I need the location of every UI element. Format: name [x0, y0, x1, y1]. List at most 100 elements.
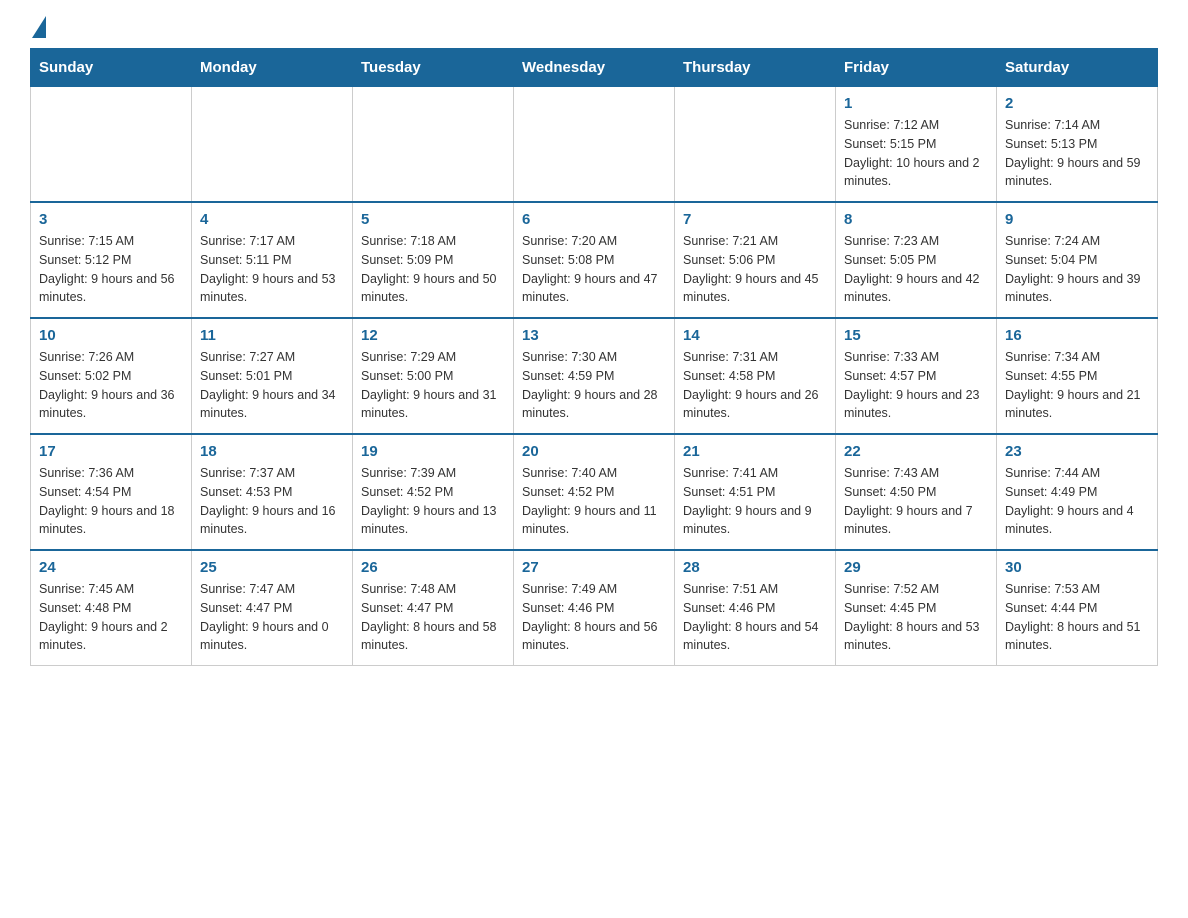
- day-number: 3: [39, 211, 183, 228]
- day-info: Sunrise: 7:18 AMSunset: 5:09 PMDaylight:…: [361, 232, 505, 307]
- calendar-cell: [514, 87, 675, 203]
- calendar-cell: 6 Sunrise: 7:20 AMSunset: 5:08 PMDaylight…: [514, 202, 675, 318]
- day-number: 27: [522, 559, 666, 576]
- day-number: 14: [683, 327, 827, 344]
- calendar-cell: 8Sunrise: 7:23 AMSunset: 5:05 PMDaylight…: [836, 202, 997, 318]
- day-number: 19: [361, 443, 505, 460]
- day-info: Sunrise: 7:33 AMSunset: 4:57 PMDaylight:…: [844, 348, 988, 423]
- calendar-cell: 27 Sunrise: 7:49 AMSunset: 4:46 PMDayligh…: [514, 550, 675, 666]
- day-number: 6: [522, 211, 666, 228]
- day-number: 21: [683, 443, 827, 460]
- calendar-cell: 20Sunrise: 7:40 AMSunset: 4:52 PMDayligh…: [514, 434, 675, 550]
- calendar-cell: 16Sunrise: 7:34 AMSunset: 4:55 PMDayligh…: [997, 318, 1158, 434]
- weekday-header-saturday: Saturday: [997, 49, 1158, 87]
- day-info: Sunrise: 7:15 AMSunset: 5:12 PMDaylight:…: [39, 232, 183, 307]
- calendar-cell: 9 Sunrise: 7:24 AMSunset: 5:04 PMDaylight…: [997, 202, 1158, 318]
- calendar-cell: [675, 87, 836, 203]
- calendar-cell: 2 Sunrise: 7:14 AMSunset: 5:13 PMDaylight…: [997, 87, 1158, 203]
- day-info: Sunrise: 7:29 AMSunset: 5:00 PMDaylight:…: [361, 348, 505, 423]
- day-info: Sunrise: 7:26 AMSunset: 5:02 PMDaylight:…: [39, 348, 183, 423]
- day-info: Sunrise: 7:51 AMSunset: 4:46 PMDaylight:…: [683, 580, 827, 655]
- week-row-4: 17Sunrise: 7:36 AMSunset: 4:54 PMDayligh…: [31, 434, 1158, 550]
- calendar-cell: 12 Sunrise: 7:29 AMSunset: 5:00 PMDayligh…: [353, 318, 514, 434]
- day-info: Sunrise: 7:40 AMSunset: 4:52 PMDaylight:…: [522, 464, 666, 539]
- weekday-header-monday: Monday: [192, 49, 353, 87]
- day-number: 9: [1005, 211, 1149, 228]
- weekday-header-thursday: Thursday: [675, 49, 836, 87]
- day-info: Sunrise: 7:12 AMSunset: 5:15 PMDaylight:…: [844, 116, 988, 191]
- calendar-cell: 22 Sunrise: 7:43 AMSunset: 4:50 PMDayligh…: [836, 434, 997, 550]
- day-number: 5: [361, 211, 505, 228]
- day-number: 25: [200, 559, 344, 576]
- calendar-cell: 24 Sunrise: 7:45 AMSunset: 4:48 PMDayligh…: [31, 550, 192, 666]
- calendar-cell: 23 Sunrise: 7:44 AMSunset: 4:49 PMDayligh…: [997, 434, 1158, 550]
- calendar-cell: 1 Sunrise: 7:12 AMSunset: 5:15 PMDaylight…: [836, 87, 997, 203]
- calendar-cell: [31, 87, 192, 203]
- day-info: Sunrise: 7:24 AMSunset: 5:04 PMDaylight:…: [1005, 232, 1149, 307]
- day-info: Sunrise: 7:31 AMSunset: 4:58 PMDaylight:…: [683, 348, 827, 423]
- calendar-cell: 17Sunrise: 7:36 AMSunset: 4:54 PMDayligh…: [31, 434, 192, 550]
- day-info: Sunrise: 7:44 AMSunset: 4:49 PMDaylight:…: [1005, 464, 1149, 539]
- calendar-cell: 29 Sunrise: 7:52 AMSunset: 4:45 PMDayligh…: [836, 550, 997, 666]
- day-number: 10: [39, 327, 183, 344]
- calendar-cell: 15 Sunrise: 7:33 AMSunset: 4:57 PMDayligh…: [836, 318, 997, 434]
- day-info: Sunrise: 7:53 AMSunset: 4:44 PMDaylight:…: [1005, 580, 1149, 655]
- day-info: Sunrise: 7:43 AMSunset: 4:50 PMDaylight:…: [844, 464, 988, 539]
- day-info: Sunrise: 7:49 AMSunset: 4:46 PMDaylight:…: [522, 580, 666, 655]
- day-info: Sunrise: 7:17 AMSunset: 5:11 PMDaylight:…: [200, 232, 344, 307]
- day-number: 7: [683, 211, 827, 228]
- week-row-2: 3 Sunrise: 7:15 AMSunset: 5:12 PMDaylight…: [31, 202, 1158, 318]
- day-number: 18: [200, 443, 344, 460]
- week-row-3: 10 Sunrise: 7:26 AMSunset: 5:02 PMDayligh…: [31, 318, 1158, 434]
- calendar-cell: 10 Sunrise: 7:26 AMSunset: 5:02 PMDayligh…: [31, 318, 192, 434]
- day-info: Sunrise: 7:48 AMSunset: 4:47 PMDaylight:…: [361, 580, 505, 655]
- day-info: Sunrise: 7:14 AMSunset: 5:13 PMDaylight:…: [1005, 116, 1149, 191]
- calendar-cell: 14 Sunrise: 7:31 AMSunset: 4:58 PMDayligh…: [675, 318, 836, 434]
- day-number: 26: [361, 559, 505, 576]
- logo: [30, 20, 46, 38]
- calendar-cell: 19 Sunrise: 7:39 AMSunset: 4:52 PMDayligh…: [353, 434, 514, 550]
- day-number: 28: [683, 559, 827, 576]
- day-info: Sunrise: 7:41 AMSunset: 4:51 PMDaylight:…: [683, 464, 827, 539]
- calendar-cell: 13 Sunrise: 7:30 AMSunset: 4:59 PMDayligh…: [514, 318, 675, 434]
- day-info: Sunrise: 7:27 AMSunset: 5:01 PMDaylight:…: [200, 348, 344, 423]
- day-number: 23: [1005, 443, 1149, 460]
- calendar-cell: 11 Sunrise: 7:27 AMSunset: 5:01 PMDayligh…: [192, 318, 353, 434]
- day-number: 13: [522, 327, 666, 344]
- day-number: 8: [844, 211, 988, 228]
- calendar-cell: 25 Sunrise: 7:47 AMSunset: 4:47 PMDayligh…: [192, 550, 353, 666]
- day-info: Sunrise: 7:37 AMSunset: 4:53 PMDaylight:…: [200, 464, 344, 539]
- day-info: Sunrise: 7:39 AMSunset: 4:52 PMDaylight:…: [361, 464, 505, 539]
- day-number: 29: [844, 559, 988, 576]
- calendar-cell: [353, 87, 514, 203]
- day-number: 22: [844, 443, 988, 460]
- day-info: Sunrise: 7:30 AMSunset: 4:59 PMDaylight:…: [522, 348, 666, 423]
- day-number: 4: [200, 211, 344, 228]
- calendar-cell: 7Sunrise: 7:21 AMSunset: 5:06 PMDaylight…: [675, 202, 836, 318]
- calendar-table: SundayMondayTuesdayWednesdayThursdayFrid…: [30, 48, 1158, 666]
- calendar-cell: 30 Sunrise: 7:53 AMSunset: 4:44 PMDayligh…: [997, 550, 1158, 666]
- day-info: Sunrise: 7:36 AMSunset: 4:54 PMDaylight:…: [39, 464, 183, 539]
- day-number: 24: [39, 559, 183, 576]
- calendar-cell: 5 Sunrise: 7:18 AMSunset: 5:09 PMDaylight…: [353, 202, 514, 318]
- calendar-cell: [192, 87, 353, 203]
- day-number: 30: [1005, 559, 1149, 576]
- logo-triangle-icon: [32, 16, 46, 38]
- calendar-cell: 3 Sunrise: 7:15 AMSunset: 5:12 PMDaylight…: [31, 202, 192, 318]
- calendar-cell: 18 Sunrise: 7:37 AMSunset: 4:53 PMDayligh…: [192, 434, 353, 550]
- day-number: 16: [1005, 327, 1149, 344]
- day-info: Sunrise: 7:20 AMSunset: 5:08 PMDaylight:…: [522, 232, 666, 307]
- day-number: 11: [200, 327, 344, 344]
- calendar-cell: 21 Sunrise: 7:41 AMSunset: 4:51 PMDayligh…: [675, 434, 836, 550]
- day-number: 2: [1005, 95, 1149, 112]
- day-info: Sunrise: 7:52 AMSunset: 4:45 PMDaylight:…: [844, 580, 988, 655]
- day-info: Sunrise: 7:45 AMSunset: 4:48 PMDaylight:…: [39, 580, 183, 655]
- day-number: 12: [361, 327, 505, 344]
- calendar-cell: 28 Sunrise: 7:51 AMSunset: 4:46 PMDayligh…: [675, 550, 836, 666]
- week-row-1: 1 Sunrise: 7:12 AMSunset: 5:15 PMDaylight…: [31, 87, 1158, 203]
- day-number: 15: [844, 327, 988, 344]
- day-number: 1: [844, 95, 988, 112]
- calendar-cell: 26 Sunrise: 7:48 AMSunset: 4:47 PMDayligh…: [353, 550, 514, 666]
- week-row-5: 24 Sunrise: 7:45 AMSunset: 4:48 PMDayligh…: [31, 550, 1158, 666]
- day-info: Sunrise: 7:47 AMSunset: 4:47 PMDaylight:…: [200, 580, 344, 655]
